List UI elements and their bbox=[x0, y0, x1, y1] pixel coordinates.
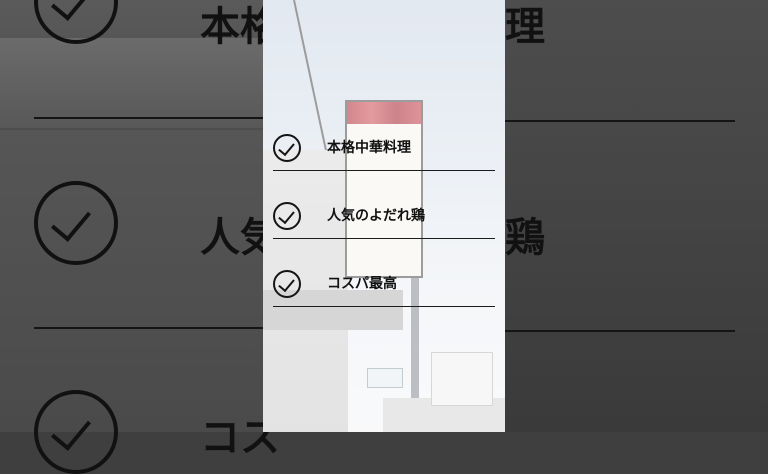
check-circle-icon bbox=[273, 134, 301, 162]
ghost-divider bbox=[505, 330, 735, 332]
ghost-text-right: 鶏 bbox=[505, 215, 545, 261]
check-circle-icon bbox=[273, 202, 301, 230]
checklist-divider bbox=[273, 238, 495, 239]
ghost-text-top-right: 理 bbox=[505, 4, 545, 50]
checklist-item-label: コスパ最高 bbox=[327, 276, 397, 292]
checklist-item-label: 本格中華料理 bbox=[327, 140, 411, 156]
ghost-check-icon bbox=[34, 181, 118, 265]
background-wall bbox=[0, 130, 263, 432]
checklist-divider bbox=[273, 170, 495, 171]
ghost-check-icon bbox=[34, 390, 118, 474]
checklist-divider bbox=[273, 306, 495, 307]
ghost-divider bbox=[34, 327, 263, 329]
ghost-divider bbox=[34, 117, 263, 119]
check-circle-icon bbox=[273, 270, 301, 298]
checklist-item: 人気のよだれ鶏 bbox=[273, 200, 495, 240]
checklist-item-label: 人気のよだれ鶏 bbox=[327, 208, 425, 224]
checklist-item: コスパ最高 bbox=[273, 268, 495, 308]
ghost-divider bbox=[505, 120, 735, 122]
checklist-item: 本格中華料理 bbox=[273, 132, 495, 172]
